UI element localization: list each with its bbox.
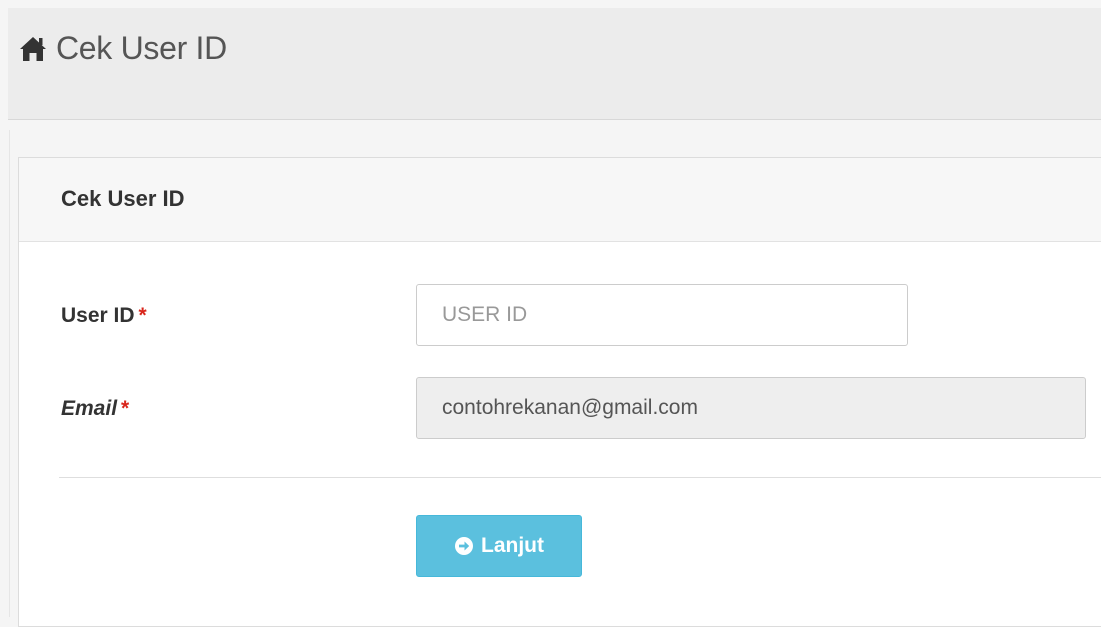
- email-label-text: Email: [61, 397, 118, 420]
- user-id-input[interactable]: [416, 284, 908, 346]
- panel-title: Cek User ID: [61, 186, 185, 211]
- cek-user-id-panel: Cek User ID User ID* Email* Lanjut: [18, 157, 1101, 627]
- continue-button-label: Lanjut: [481, 534, 544, 557]
- page-title: Cek User ID: [18, 30, 227, 67]
- home-icon: [18, 35, 48, 63]
- user-id-label: User ID *: [61, 304, 147, 328]
- form-divider: [59, 477, 1101, 478]
- user-id-label-text: User ID: [61, 304, 135, 327]
- email-field: [416, 377, 1086, 439]
- continue-button[interactable]: Lanjut: [416, 515, 582, 577]
- content-border: [9, 130, 10, 617]
- page-title-text: Cek User ID: [56, 30, 227, 66]
- required-marker: *: [121, 397, 130, 420]
- required-marker: *: [138, 304, 147, 327]
- email-label: Email *: [61, 397, 129, 421]
- page-header: Cek User ID: [8, 8, 1101, 120]
- panel-heading: Cek User ID: [19, 158, 1101, 242]
- arrow-circle-right-icon: [454, 536, 474, 556]
